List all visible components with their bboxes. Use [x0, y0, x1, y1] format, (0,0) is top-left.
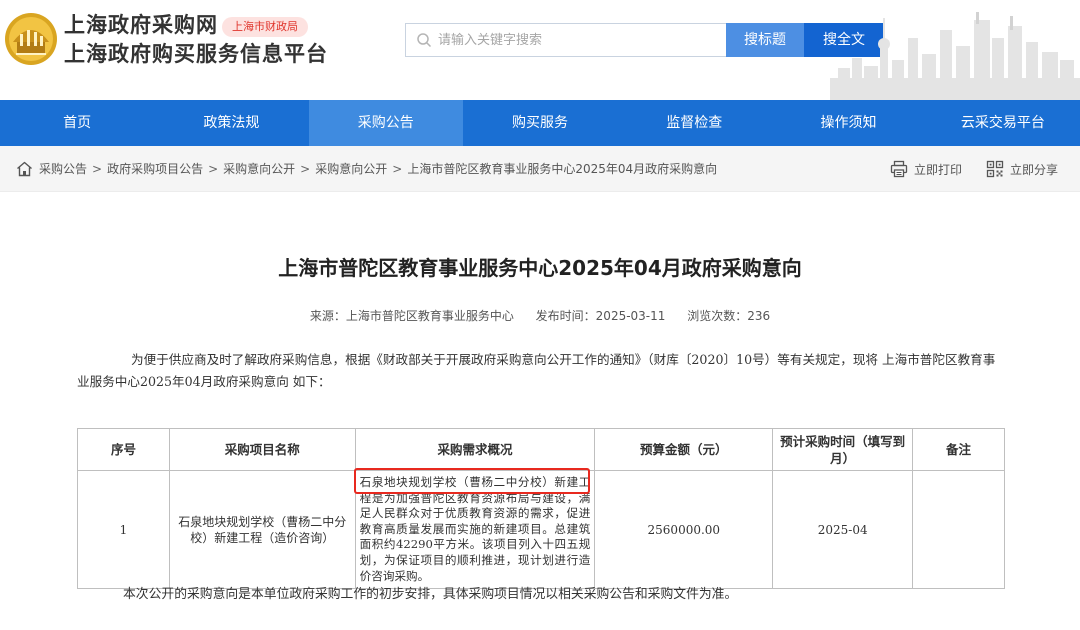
- article-title: 上海市普陀区教育事业服务中心2025年04月政府采购意向: [278, 256, 802, 280]
- search-icon: [417, 33, 432, 48]
- finance-bureau-badge: 上海市财政局: [222, 17, 308, 37]
- search-title-button[interactable]: 搜标题: [726, 23, 804, 57]
- site-subtitle[interactable]: 上海政府购买服务信息平台: [64, 41, 328, 67]
- nav-item-purchase-services[interactable]: 购买服务: [463, 100, 617, 146]
- article-footer-note: 本次公开的采购意向是本单位政府采购工作的初步安排，具体采购项目情况以相关采购公告…: [123, 587, 738, 602]
- search-input[interactable]: [438, 25, 718, 55]
- table-header: 采购项目名称: [168, 428, 356, 471]
- article-publish-time: 发布时间：2025-03-11: [535, 309, 666, 323]
- row-index: 1: [77, 469, 170, 590]
- article-views: 浏览次数：236: [687, 309, 771, 323]
- nav-item-instructions[interactable]: 操作须知: [771, 100, 925, 146]
- row-project-name: 石泉地块规划学校（曹杨二中分校）新建工程（造价咨询）: [168, 469, 356, 590]
- qr-code-icon: [986, 160, 1004, 178]
- breadcrumb: 采购公告 > 政府采购项目公告 > 采购意向公开 > 采购意向公开 > 上海市普陀区教育事业服务…: [39, 162, 718, 176]
- share-label: 立即分享: [1010, 162, 1059, 177]
- nav-item-policies[interactable]: 政策法规: [154, 100, 308, 146]
- breadcrumb-current: 上海市普陀区教育事业服务中心2025年04月政府采购意向: [407, 162, 718, 176]
- search-box: [405, 23, 726, 57]
- print-label: 立即打印: [914, 162, 963, 177]
- nav-item-supervision[interactable]: 监督检查: [617, 100, 771, 146]
- print-button[interactable]: 立即打印: [890, 160, 962, 178]
- nav-item-cloud-platform[interactable]: 云采交易平台: [926, 100, 1080, 146]
- row-remark: [912, 469, 1005, 590]
- procurement-table: 序号 采购项目名称 采购需求概况 预算金额（元） 预计采购时间（填写到月） 备注…: [77, 428, 1005, 590]
- site-header: 上海政府采购网 上海政府购买服务信息平台 上海市财政局 搜标题 搜全文: [0, 0, 1080, 100]
- shanghai-gov-emblem-icon[interactable]: [4, 12, 58, 66]
- nav-item-announcements[interactable]: 采购公告: [308, 100, 463, 146]
- row-budget: 2560000.00: [594, 469, 774, 590]
- breadcrumb-item[interactable]: 采购意向公开: [223, 162, 295, 176]
- row-expected-time: 2025-04: [772, 469, 914, 590]
- requirement-text: 新建工程是为加强普陀区教育资源布局与建设，满足人民群众对于优质教育资源的需求，促…: [359, 475, 591, 583]
- share-button[interactable]: 立即分享: [986, 160, 1058, 178]
- main-nav: 首页 政策法规 采购公告 购买服务 监督检查 操作须知 云采交易平台: [0, 100, 1080, 146]
- nav-item-home[interactable]: 首页: [0, 100, 154, 146]
- highlighted-text: 石泉地块规划学校（曹杨二中分校）: [359, 475, 555, 489]
- breadcrumb-bar: 采购公告 > 政府采购项目公告 > 采购意向公开 > 采购意向公开 > 上海市普陀区教育事业服务…: [0, 146, 1080, 192]
- table-row: 1 石泉地块规划学校（曹杨二中分校）新建工程（造价咨询） 石泉地块规划学校（曹杨…: [77, 468, 1005, 590]
- article-intro: 为便于供应商及时了解政府采购信息，根据《财政部关于开展政府采购意向公开工作的通知…: [77, 352, 996, 389]
- table-header: 预算金额（元）: [594, 428, 774, 471]
- city-skyline-icon: [830, 12, 1080, 100]
- breadcrumb-item[interactable]: 采购公告: [39, 162, 87, 176]
- printer-icon: [890, 160, 908, 178]
- table-header: 备注: [912, 428, 1005, 471]
- home-icon[interactable]: [16, 161, 33, 177]
- site-title[interactable]: 上海政府采购网: [64, 12, 218, 38]
- breadcrumb-item[interactable]: 政府采购项目公告: [107, 162, 203, 176]
- article-meta: 来源：上海市普陀区教育事业服务中心 发布时间：2025-03-11 浏览次数：2…: [0, 307, 1080, 324]
- breadcrumb-item[interactable]: 采购意向公开: [315, 162, 387, 176]
- table-header: 采购需求概况: [354, 428, 596, 471]
- article-source: 来源：上海市普陀区教育事业服务中心: [309, 309, 514, 323]
- table-header-row: 序号 采购项目名称 采购需求概况 预算金额（元） 预计采购时间（填写到月） 备注: [77, 428, 1005, 471]
- table-header: 序号: [77, 428, 170, 471]
- row-requirement-summary: 石泉地块规划学校（曹杨二中分校）新建工程是为加强普陀区教育资源布局与建设，满足人…: [353, 468, 596, 590]
- table-header: 预计采购时间（填写到月）: [772, 428, 914, 471]
